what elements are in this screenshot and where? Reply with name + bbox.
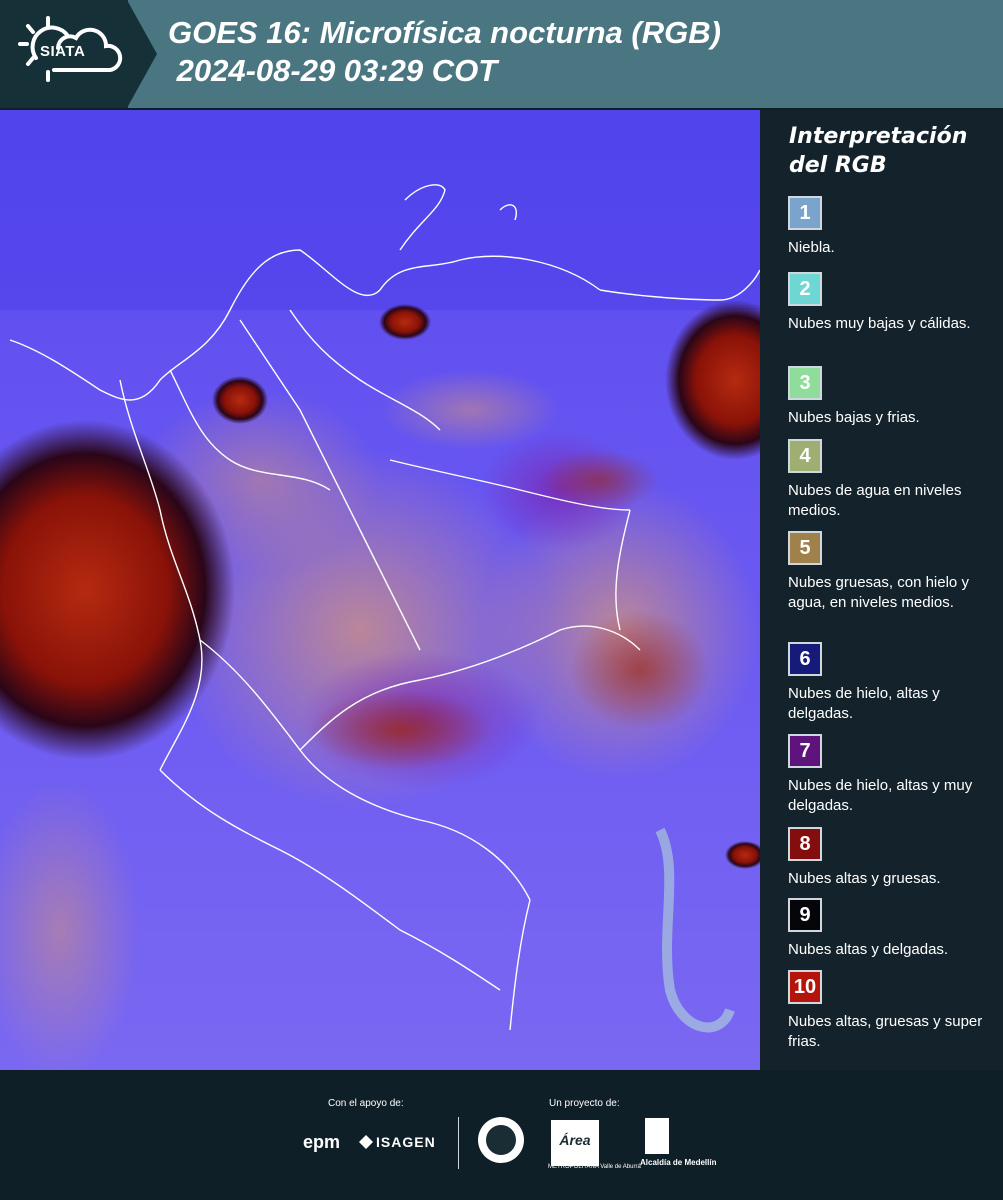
- header-bar: SIATA GOES 16: Microfísica nocturna (RGB…: [0, 0, 1003, 108]
- legend-item-5: 5 Nubes gruesas, con hielo y agua, en ni…: [788, 531, 998, 613]
- satellite-image: [0, 110, 760, 1070]
- legend-swatch-1: 1: [788, 196, 822, 230]
- legend-desc-7: Nubes de hielo, altas y muy delgadas.: [788, 777, 973, 814]
- legend-desc-3: Nubes bajas y frias.: [788, 409, 920, 426]
- legend-desc-2: Nubes muy bajas y cálidas.: [788, 315, 971, 332]
- footer: Con el apoyo de: Un proyecto de: epm ISA…: [0, 1070, 1003, 1200]
- legend-swatch-7: 7: [788, 734, 822, 768]
- legend-swatch-4: 4: [788, 439, 822, 473]
- legend-panel: Interpretación del RGB 1 Niebla. 2 Nubes…: [760, 110, 1003, 1070]
- legend-swatch-6: 6: [788, 642, 822, 676]
- legend-item-9: 9 Nubes altas y delgadas.: [788, 898, 998, 960]
- legend-desc-1: Niebla.: [788, 239, 835, 256]
- siata-logo[interactable]: SIATA: [0, 0, 128, 108]
- legend-desc-9: Nubes altas y delgadas.: [788, 941, 949, 958]
- legend-item-6: 6 Nubes de hielo, altas y delgadas.: [788, 642, 998, 724]
- legend-item-10: 10 Nubes altas, gruesas y super frias.: [788, 970, 998, 1052]
- legend-item-8: 8 Nubes altas y gruesas.: [788, 827, 998, 889]
- isagen-logo[interactable]: ISAGEN: [376, 1134, 436, 1150]
- logo-arrow: [127, 0, 157, 108]
- alcaldia-label: Alcaldía de Medellín: [640, 1158, 717, 1167]
- isagen-icon: [359, 1135, 373, 1149]
- area-metropolitana-subtitle: METROPOLITANA Valle de Aburrá: [548, 1164, 641, 1170]
- alcaldia-shield-icon[interactable]: [645, 1118, 669, 1154]
- legend-item-7: 7 Nubes de hielo, altas y muy delgadas.: [788, 734, 998, 816]
- legend-title: Interpretación del RGB: [789, 124, 968, 178]
- legend-desc-5: Nubes gruesas, con hielo y agua, en nive…: [788, 574, 969, 611]
- legend-swatch-10: 10: [788, 970, 822, 1004]
- title-line-1: GOES 16: Microfísica nocturna (RGB): [168, 15, 721, 50]
- legend-swatch-9: 9: [788, 898, 822, 932]
- project-label: Un proyecto de:: [549, 1098, 620, 1109]
- legend-item-2: 2 Nubes muy bajas y cálidas.: [788, 272, 998, 334]
- title-line-2: 2024-08-29 03:29 COT: [168, 53, 498, 88]
- page-title: GOES 16: Microfísica nocturna (RGB) 2024…: [168, 14, 721, 90]
- epm-logo[interactable]: epm: [303, 1132, 340, 1153]
- legend-swatch-3: 3: [788, 366, 822, 400]
- area-metropolitana-logo[interactable]: Área: [551, 1120, 599, 1166]
- satellite-map[interactable]: [0, 110, 760, 1070]
- legend-item-4: 4 Nubes de agua en niveles medios.: [788, 439, 998, 521]
- legend-swatch-5: 5: [788, 531, 822, 565]
- legend-swatch-8: 8: [788, 827, 822, 861]
- support-label: Con el apoyo de:: [328, 1098, 404, 1109]
- legend-desc-8: Nubes altas y gruesas.: [788, 870, 941, 887]
- legend-desc-10: Nubes altas, gruesas y super frias.: [788, 1013, 983, 1050]
- legend-desc-4: Nubes de agua en niveles medios.: [788, 482, 962, 519]
- legend-item-1: 1 Niebla.: [788, 196, 998, 258]
- legend-item-3: 3 Nubes bajas y frias.: [788, 366, 998, 428]
- legend-desc-6: Nubes de hielo, altas y delgadas.: [788, 685, 940, 722]
- footer-divider: [458, 1117, 459, 1169]
- logo-text: SIATA: [40, 43, 86, 60]
- legend-swatch-2: 2: [788, 272, 822, 306]
- seal-icon[interactable]: [478, 1117, 524, 1163]
